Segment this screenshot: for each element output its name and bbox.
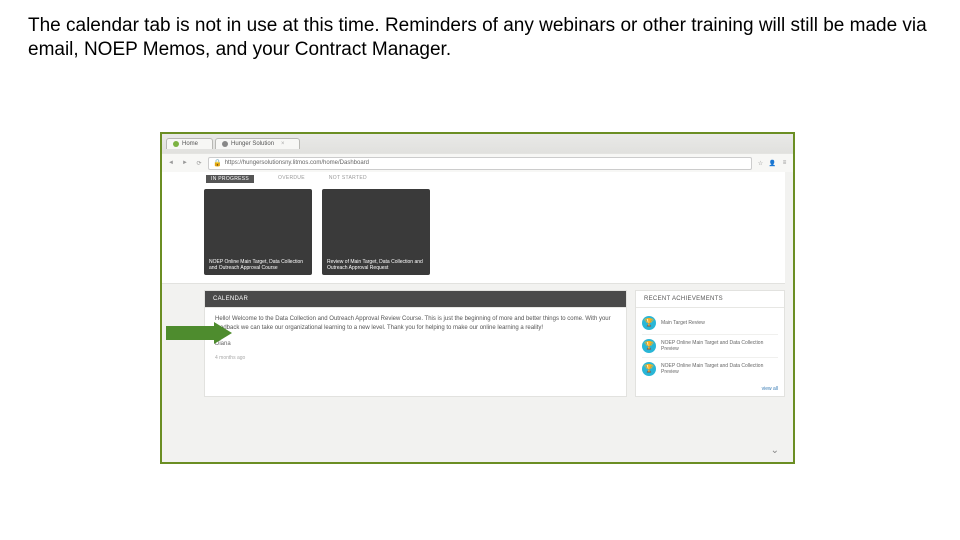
- chevron-down-icon[interactable]: ⌄: [771, 445, 779, 456]
- screenshot-frame: Home Hunger Solution × ◄ ► ⟳ 🔒 https://h…: [160, 132, 795, 464]
- favicon-icon: [222, 141, 228, 147]
- tab-in-progress[interactable]: IN PROGRESS: [206, 175, 254, 183]
- achievement-label: NOEP Online Main Target and Data Collect…: [661, 363, 778, 375]
- favicon-icon: [173, 141, 179, 147]
- view-all-link[interactable]: view all: [636, 384, 784, 396]
- achievement-item[interactable]: 🏆 NOEP Online Main Target and Data Colle…: [642, 335, 778, 358]
- achievement-label: NOEP Online Main Target and Data Collect…: [661, 340, 778, 352]
- back-button[interactable]: ◄: [166, 158, 176, 168]
- news-signature: Diana: [215, 340, 616, 349]
- news-text: Hello! Welcome to the Data Collection an…: [215, 315, 616, 332]
- tab-label: Home: [182, 141, 198, 147]
- news-panel: Hello! Welcome to the Data Collection an…: [205, 308, 626, 369]
- page-body: IN PROGRESS OVERDUE NOT STARTED NOEP Onl…: [162, 172, 793, 462]
- reload-button[interactable]: ⟳: [194, 158, 204, 168]
- address-bar[interactable]: 🔒 https://hungersolutionsny.litmos.com/h…: [208, 157, 752, 170]
- tile-caption: NOEP Online Main Target, Data Collection…: [209, 259, 307, 272]
- achievements-header: RECENT ACHIEVEMENTS: [636, 291, 784, 308]
- calendar-header[interactable]: CALENDAR: [205, 291, 626, 308]
- tab-not-started[interactable]: NOT STARTED: [329, 175, 367, 183]
- slide-caption: The calendar tab is not in use at this t…: [28, 14, 932, 62]
- browser-tab-hunger[interactable]: Hunger Solution ×: [215, 138, 300, 149]
- lock-icon: 🔒: [213, 159, 222, 167]
- tab-label: Hunger Solution: [231, 141, 274, 147]
- achievements-column: RECENT ACHIEVEMENTS 🏆 Main Target Review…: [635, 290, 785, 397]
- forward-button[interactable]: ►: [180, 158, 190, 168]
- browser-tab-home[interactable]: Home: [166, 138, 213, 149]
- url-text: https://hungersolutionsny.litmos.com/hom…: [225, 160, 369, 166]
- user-icon[interactable]: 👤: [768, 160, 777, 167]
- tab-overdue[interactable]: OVERDUE: [278, 175, 305, 183]
- menu-icon[interactable]: ≡: [780, 160, 789, 167]
- arrow-callout: [166, 322, 232, 344]
- course-tile[interactable]: NOEP Online Main Target, Data Collection…: [204, 189, 312, 275]
- tile-caption: Review of Main Target, Data Collection a…: [327, 259, 425, 272]
- courses-strip: IN PROGRESS OVERDUE NOT STARTED NOEP Onl…: [162, 172, 785, 284]
- trophy-icon: 🏆: [642, 339, 656, 353]
- news-meta: 4 months ago: [215, 355, 616, 362]
- achievement-item[interactable]: 🏆 Main Target Review: [642, 312, 778, 335]
- course-tile[interactable]: Review of Main Target, Data Collection a…: [322, 189, 430, 275]
- browser-chrome: Home Hunger Solution × ◄ ► ⟳ 🔒 https://h…: [162, 134, 793, 172]
- achievement-label: Main Target Review: [661, 320, 705, 326]
- trophy-icon: 🏆: [642, 316, 656, 330]
- trophy-icon: 🏆: [642, 362, 656, 376]
- close-icon[interactable]: ×: [281, 141, 285, 147]
- star-icon[interactable]: ☆: [756, 160, 765, 167]
- achievement-item[interactable]: 🏆 NOEP Online Main Target and Data Colle…: [642, 358, 778, 380]
- main-column: CALENDAR Hello! Welcome to the Data Coll…: [204, 290, 627, 397]
